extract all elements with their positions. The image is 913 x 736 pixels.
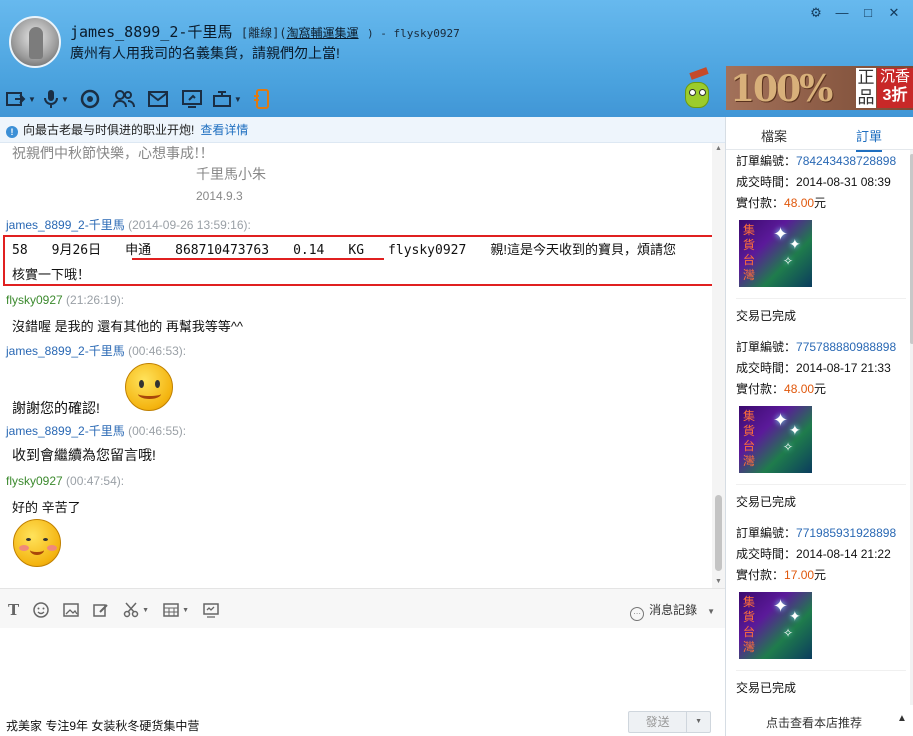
- store-recommend-link[interactable]: 点击查看本店推荐: [766, 714, 862, 731]
- chevron-down-icon: ▼: [707, 607, 715, 616]
- message-text: 核實一下哦！: [12, 267, 91, 282]
- product-thumbnail[interactable]: 集貨台灣 ✦ ✦ ✧: [739, 592, 812, 659]
- message-sender: flysky0927 (21:26:19):: [6, 293, 125, 307]
- voice-icon[interactable]: ▼: [42, 86, 70, 112]
- order-time: 成交時間：2014-08-31 08:39: [736, 175, 891, 189]
- contact-avatar[interactable]: [9, 16, 61, 68]
- phone-icon[interactable]: [248, 86, 276, 112]
- greeting-signature: 千里馬小朱: [196, 166, 266, 182]
- notice-text: 向最古老最与时俱进的职业开炮!: [23, 123, 195, 137]
- info-icon: !: [6, 126, 18, 138]
- scroll-down-icon[interactable]: ▼: [712, 576, 725, 588]
- bottom-bar: 戎美家 专注9年 女装秋冬硬货集中营 發送 ▼: [0, 709, 725, 736]
- remote-icon[interactable]: ▼: [212, 86, 242, 112]
- contact-signature: 廣州有人用我司的名義集貨，請親們勿上當!: [70, 45, 340, 61]
- image-icon[interactable]: [63, 602, 79, 618]
- message-text: 好的 辛苦了: [12, 500, 81, 515]
- close-icon[interactable]: ✕: [885, 5, 903, 21]
- order-status: 交易已完成: [736, 309, 797, 323]
- order-paid: 實付款：48.00元: [736, 196, 827, 210]
- order-time: 成交時間：2014-08-14 21:22: [736, 547, 891, 561]
- chat-scrollbar[interactable]: ▲ ▼: [712, 143, 725, 588]
- ad-banner[interactable]: 100% 正品 沉香 3折: [726, 66, 913, 110]
- self-account: ) - flysky0927: [366, 27, 460, 40]
- window-controls: ⚙ — □ ✕: [807, 5, 903, 21]
- send-button[interactable]: 發送: [629, 712, 686, 732]
- scroll-up-icon[interactable]: ▲: [712, 143, 725, 155]
- message-sender: flysky0927 (00:47:54):: [6, 474, 125, 488]
- right-panel: 檔案 訂單 訂單編號：784243438728898 成交時間：2014-08-…: [725, 117, 913, 736]
- order-list: 訂單編號：784243438728898 成交時間：2014-08-31 08:…: [726, 150, 909, 705]
- maximize-icon[interactable]: □: [859, 5, 877, 21]
- order-status: 交易已完成: [736, 495, 797, 509]
- video-icon[interactable]: [76, 86, 104, 112]
- message-sender: james_8899_2-千里馬 (00:46:55):: [6, 424, 187, 438]
- greeting-text: 祝親們中秋節快樂，心想事成!！: [12, 146, 214, 162]
- order-status: 交易已完成: [736, 681, 797, 695]
- send-options-chevron-icon[interactable]: ▼: [686, 712, 710, 732]
- order-paid: 實付款：17.00元: [736, 568, 827, 582]
- notice-detail-link[interactable]: 查看详情: [200, 123, 248, 137]
- banner-number: 100%: [730, 68, 833, 110]
- message-text: 收到會繼續為您留言哦!: [12, 447, 156, 463]
- notice-bar: ! 向最古老最与时俱进的职业开炮! 查看详情: [0, 117, 725, 143]
- banner-discount: 沉香 3折: [877, 68, 913, 108]
- tab-files[interactable]: 檔案: [761, 126, 787, 145]
- product-thumbnail[interactable]: 集貨台灣 ✦ ✦ ✧: [739, 220, 812, 287]
- message-sender: james_8899_2-千里馬 (00:46:53):: [6, 344, 187, 358]
- order-number: 訂單編號：784243438728898: [736, 154, 897, 168]
- chat-header: james_8899_2-千里馬 [離線](淘窩輔運集運 ) - flysky0…: [0, 0, 913, 117]
- plugin-mascot-icon[interactable]: [682, 67, 712, 110]
- chat-bubble-icon: ···: [630, 607, 645, 621]
- input-toolbar: T ▼ ▼ ··· 消息記錄 ▼: [0, 588, 725, 628]
- font-icon[interactable]: T: [8, 601, 19, 619]
- quick-reply-icon[interactable]: [203, 602, 219, 618]
- message-list: 祝親們中秋節快樂，心想事成!！ 千里馬小朱 2014.9.3 james_889…: [0, 143, 712, 588]
- send-group: 發送 ▼: [628, 711, 711, 733]
- product-thumbnail[interactable]: 集貨台灣 ✦ ✦ ✧: [739, 406, 812, 473]
- highlight-underline: [132, 258, 384, 260]
- edit-icon[interactable]: [93, 602, 109, 618]
- ad-text[interactable]: 戎美家 专注9年 女装秋冬硬货集中营: [6, 717, 199, 734]
- calculator-icon[interactable]: ▼: [163, 602, 189, 618]
- scroll-thumb[interactable]: [715, 495, 722, 571]
- shop-link[interactable]: 淘窩輔運集運: [287, 26, 359, 40]
- contact-title: james_8899_2-千里馬 [離線](淘窩輔運集運 ) - flysky0…: [70, 21, 460, 42]
- order-number: 訂單編號：771985931928898: [736, 526, 897, 540]
- message-sender: james_8899_2-千里馬 (2014-09-26 13:59:16):: [6, 218, 251, 232]
- shipment-record: 58 9月26日 申通 868710473763 0.14 KG flysky0927 親!這…: [12, 242, 676, 258]
- banner-zhengpin: 正品: [856, 68, 876, 108]
- order-paid: 實付款：48.00元: [736, 382, 827, 396]
- emoji-icon[interactable]: [33, 602, 49, 618]
- message-history-button[interactable]: ··· 消息記錄 ▼: [630, 601, 715, 621]
- message-text: 謝謝您的確認!: [12, 400, 100, 416]
- message-input[interactable]: [0, 628, 725, 709]
- settings-icon[interactable]: ⚙: [807, 5, 825, 21]
- contacts-icon[interactable]: [110, 86, 138, 112]
- order-time: 成交時間：2014-08-17 21:33: [736, 361, 891, 375]
- share-screen-icon[interactable]: [178, 86, 206, 112]
- greeting-date: 2014.9.3: [196, 189, 243, 203]
- message-text: 沒錯喔 是我的 還有其他的 再幫我等等^^: [12, 319, 244, 334]
- contact-status: [離線](: [240, 26, 287, 40]
- smile-emoji-icon: [125, 363, 173, 411]
- tab-orders[interactable]: 訂單: [856, 126, 883, 152]
- contact-nickname[interactable]: james_8899_2-千里馬: [70, 23, 232, 41]
- mail-icon[interactable]: [144, 86, 172, 112]
- chat-pane: ! 向最古老最与时俱进的职业开炮! 查看详情 祝親們中秋節快樂，心想事成!！ 千里馬…: [0, 117, 725, 588]
- order-number: 訂單編號：775788880988898: [736, 340, 897, 354]
- minimize-icon[interactable]: —: [833, 5, 851, 21]
- chevron-up-icon[interactable]: ▲: [897, 713, 907, 724]
- shy-emoji-icon: [13, 519, 61, 567]
- transfer-file-icon[interactable]: ▼: [6, 86, 36, 112]
- right-panel-tabs: 檔案 訂單: [726, 117, 913, 152]
- screenshot-icon[interactable]: ▼: [123, 602, 149, 618]
- chat-toolbar: ▼ ▼ ▼: [6, 86, 276, 112]
